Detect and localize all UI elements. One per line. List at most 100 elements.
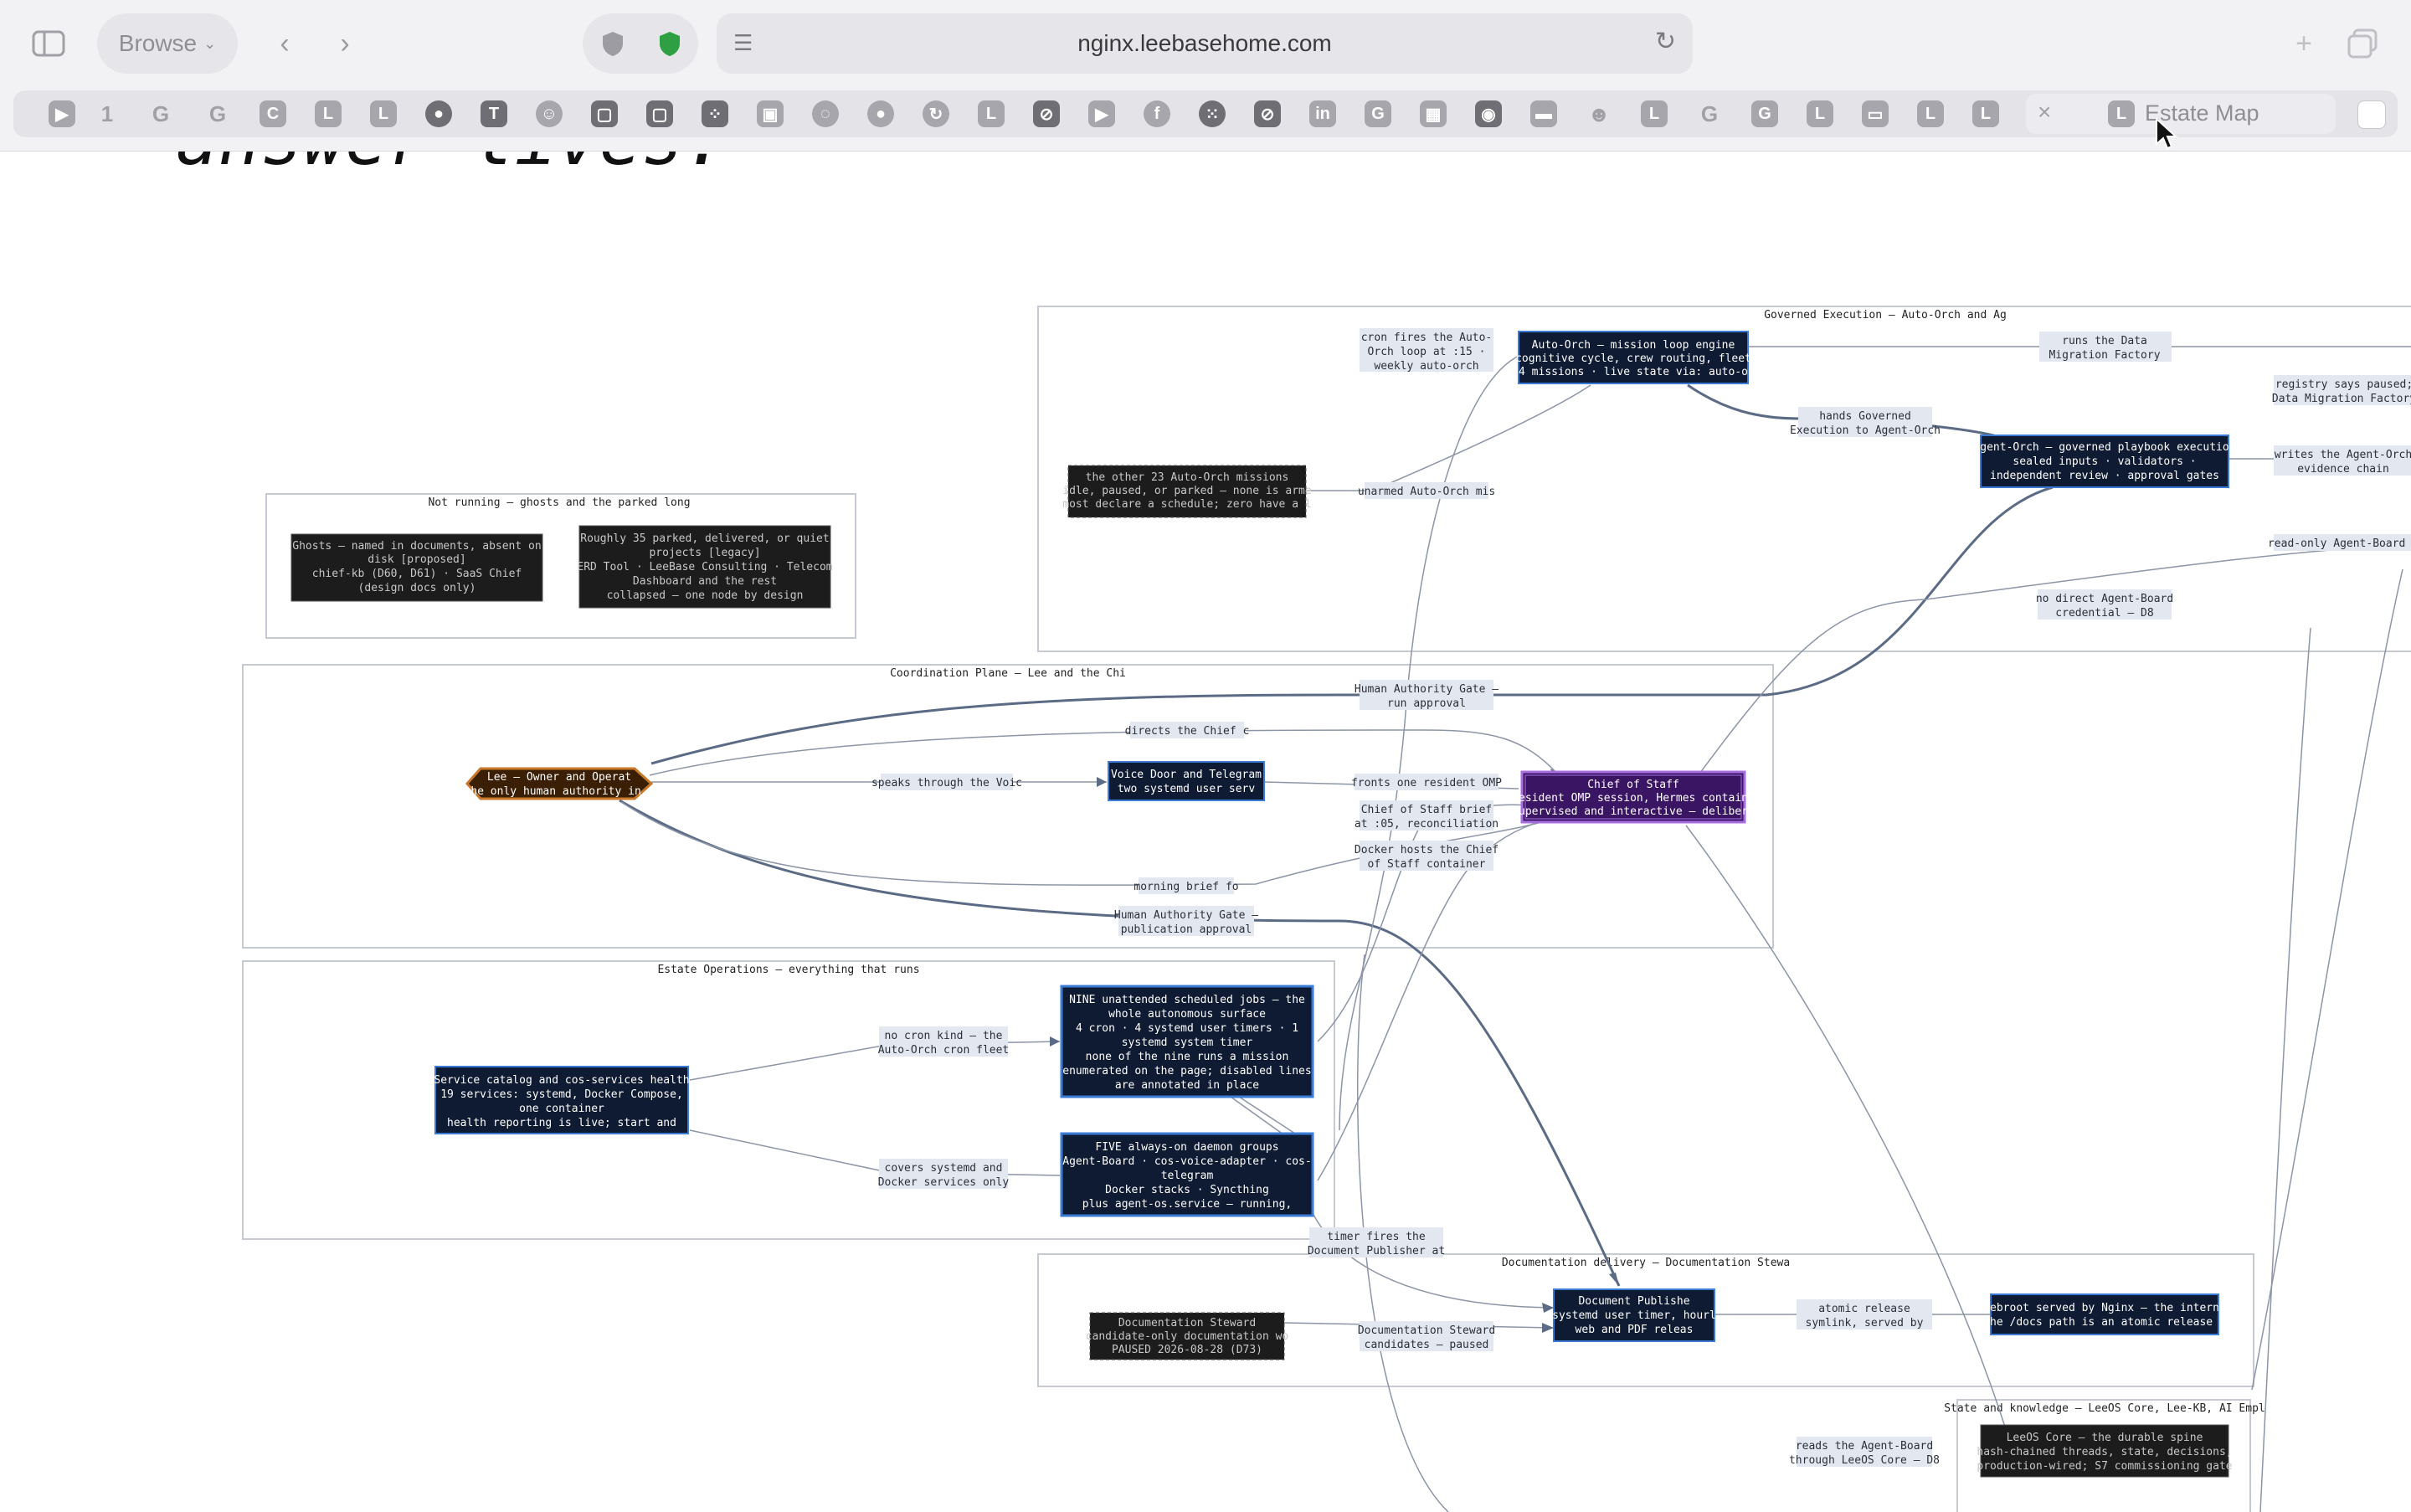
svg-text:independent review · approval: independent review · approval gates	[1990, 470, 2219, 482]
google-doc-icon[interactable]: G	[1365, 100, 1391, 127]
forward-arrow-icon[interactable]: ›	[326, 25, 363, 62]
svg-text:production-wired; S7 commissio: production-wired; S7 commissioning gate	[1977, 1460, 2232, 1473]
svg-text:directs the Chief c: directs the Chief c	[1125, 725, 1250, 738]
svg-text:Agent-Board · cos-voice-adapte: Agent-Board · cos-voice-adapter · cos-	[1062, 1155, 1311, 1168]
node-leeos-core[interactable]: LeeOS Core — the durable spine hash-chai…	[1977, 1424, 2233, 1478]
back-arrow-icon[interactable]: ‹	[266, 25, 303, 62]
reload-icon[interactable]: ↻	[1655, 27, 1676, 56]
svg-text:speaks through the Voic: speaks through the Voic	[871, 777, 1022, 789]
tab-estate-map[interactable]: × L Estate Map	[2026, 94, 2336, 134]
youtube-icon[interactable]: ▶	[49, 100, 75, 127]
node-service-catalog[interactable]: Service catalog and cos-services health …	[434, 1066, 690, 1134]
mouse-pointer-icon	[2155, 116, 2178, 155]
arrowhead	[1097, 777, 1107, 787]
svg-text:telegram: telegram	[1161, 1170, 1214, 1182]
bookmark-letter-icon[interactable]: C	[260, 100, 286, 127]
bookmark-letter-icon[interactable]: L	[978, 100, 1005, 127]
node-nine-scheduled-jobs[interactable]: NINE unattended scheduled jobs — the who…	[1060, 985, 1314, 1098]
message-icon[interactable]: ▬	[1530, 100, 1557, 127]
calendar-icon[interactable]: ▦	[1420, 100, 1447, 127]
browser-chrome: Browse ⌄ ‹ › ☰ nginx.leebasehome.com ↻ +…	[0, 0, 2411, 152]
svg-text:systemd system timer: systemd system timer	[1122, 1036, 1253, 1049]
browse-button[interactable]: Browse ⌄	[97, 13, 238, 74]
group-title: Coordination Plane — Lee and the Chi	[890, 667, 1126, 680]
google-icon[interactable]: G	[1696, 100, 1723, 127]
bookmark-letter-icon[interactable]: L	[1972, 100, 1999, 127]
svg-text:Lee — Owner and Operat: Lee — Owner and Operat	[487, 771, 631, 784]
svg-text:publication approval: publication approval	[1121, 923, 1252, 936]
reddit-icon[interactable]: ●	[867, 100, 894, 127]
openai-icon[interactable]: ⊘	[1254, 100, 1281, 127]
node-documentation-steward[interactable]: Documentation Steward candidate-only doc…	[1086, 1312, 1289, 1360]
github-icon[interactable]: ●	[425, 100, 452, 127]
edge-label-writes-chain: writes the Agent-Orch evidence chain	[2274, 445, 2411, 476]
google-icon[interactable]: G	[204, 100, 231, 127]
refresh-bookmark-icon[interactable]: ↻	[923, 100, 949, 127]
bookmark-letter-icon[interactable]: L	[315, 100, 342, 127]
shield-check-icon[interactable]	[656, 30, 683, 57]
svg-text:covers systemd and: covers systemd and	[885, 1162, 1003, 1175]
svg-text:the /docs path is an atomic re: the /docs path is an atomic release :	[1983, 1316, 2226, 1329]
svg-text:atomic release: atomic release	[1818, 1303, 1910, 1315]
linkedin-icon[interactable]: in	[1309, 100, 1336, 127]
facebook-icon[interactable]: f	[1144, 100, 1170, 127]
google-icon[interactable]: G	[147, 100, 174, 127]
svg-text:(design docs only): (design docs only)	[358, 582, 476, 594]
grid-icon[interactable]: ⁘	[702, 100, 728, 127]
node-lee-owner[interactable]: Lee — Owner and Operat the only human au…	[465, 767, 655, 800]
node-five-daemon-groups[interactable]: FIVE always-on daemon groups Agent-Board…	[1060, 1132, 1314, 1217]
frame-icon[interactable]: ▢	[591, 100, 618, 127]
shield-icon[interactable]	[599, 30, 626, 57]
drive-icon[interactable]: ▭	[1862, 100, 1889, 127]
node-parked-projects[interactable]: Roughly 35 parked, delivered, or quiet p…	[577, 525, 833, 609]
typography-icon[interactable]: T	[481, 100, 507, 127]
bookmark-letter-icon[interactable]: 1	[94, 100, 121, 127]
svg-text:evidence chain: evidence chain	[2297, 463, 2389, 476]
svg-text:Auto-Orch — mission loop engin: Auto-Orch — mission loop engine	[1532, 339, 1735, 352]
bookmark-letter-icon[interactable]: L	[370, 100, 397, 127]
edge-directs	[649, 729, 1560, 776]
svg-text:Documentation Steward: Documentation Steward	[1358, 1324, 1495, 1337]
window-icon[interactable]: ▭	[2357, 100, 2386, 129]
dog-icon[interactable]: ☻	[1586, 100, 1612, 127]
svg-text:systemd user timer, hourl: systemd user timer, hourl	[1552, 1309, 1716, 1322]
new-tab-icon[interactable]: +	[2285, 25, 2322, 62]
bookmark-letter-icon[interactable]: L	[1807, 100, 1833, 127]
svg-text:Service catalog and cos-servic: Service catalog and cos-services health	[434, 1074, 689, 1087]
lens-icon[interactable]: ◉	[1475, 100, 1502, 127]
node-webroot-nginx[interactable]: webroot served by Nginx — the interne th…	[1983, 1293, 2226, 1335]
svg-text:none of the nine runs a missio: none of the nine runs a mission	[1086, 1051, 1289, 1063]
edge-label-no-cron: no cron kind — the Auto-Orch cron fleet	[878, 1026, 1009, 1057]
bookmark-letter-icon[interactable]: L	[1641, 100, 1668, 127]
node-agent-orch[interactable]: Agent-Orch — governed playbook execution…	[1973, 435, 2236, 488]
reader-icon[interactable]: ☰	[733, 30, 753, 56]
svg-text:Docker hosts the Chief: Docker hosts the Chief	[1355, 844, 1499, 856]
node-other-23-missions[interactable]: the other 23 Auto-Orch missions idle, pa…	[1062, 465, 1312, 518]
node-ghosts[interactable]: Ghosts — named in documents, absent on d…	[290, 533, 543, 602]
app-icon[interactable]: ▣	[757, 100, 784, 127]
edge-label-cron-fires: cron fires the Auto- Orch loop at :15 · we…	[1360, 328, 1493, 373]
edge-hag-run-approval	[650, 486, 2054, 765]
google-doc-icon[interactable]: G	[1751, 100, 1778, 127]
node-chief-of-staff[interactable]: Chief of Staff resident OMP session, Her…	[1512, 770, 1755, 824]
chat-icon[interactable]: ◌	[812, 100, 839, 127]
node-auto-orch[interactable]: Auto-Orch — mission loop engine cognitiv…	[1512, 331, 1755, 384]
sidebar-toggle-icon[interactable]	[30, 25, 67, 62]
svg-text:PAUSED 2026-08-28 (D73): PAUSED 2026-08-28 (D73)	[1112, 1344, 1262, 1356]
tab-overview-icon[interactable]	[2344, 25, 2381, 62]
youtube-icon[interactable]: ▶	[1088, 100, 1115, 127]
emoji-icon[interactable]: ☺	[536, 100, 563, 127]
openai-icon[interactable]: ⊘	[1033, 100, 1060, 127]
node-voice-door[interactable]: Voice Door and Telegram two systemd user…	[1108, 761, 1265, 801]
dots-icon[interactable]: ⁙	[1199, 100, 1226, 127]
frame-icon[interactable]: ▢	[646, 100, 673, 127]
address-bar[interactable]: ☰ nginx.leebasehome.com ↻	[717, 13, 1693, 74]
svg-text:projects [legacy]: projects [legacy]	[649, 547, 760, 559]
bookmark-letter-icon[interactable]: L	[1917, 100, 1944, 127]
edge-label-registry: registry says paused; Data Migration Fact…	[2272, 375, 2411, 405]
close-tab-icon[interactable]: ×	[2038, 99, 2051, 126]
svg-text:at :05, reconciliation: at :05, reconciliation	[1355, 818, 1499, 831]
group-title: State and knowledge — LeeOS Core, Lee-KB…	[1944, 1402, 2265, 1415]
node-document-publisher[interactable]: Document Publishe systemd user timer, ho…	[1552, 1288, 1716, 1342]
svg-text:credential — D8: credential — D8	[2055, 607, 2153, 620]
